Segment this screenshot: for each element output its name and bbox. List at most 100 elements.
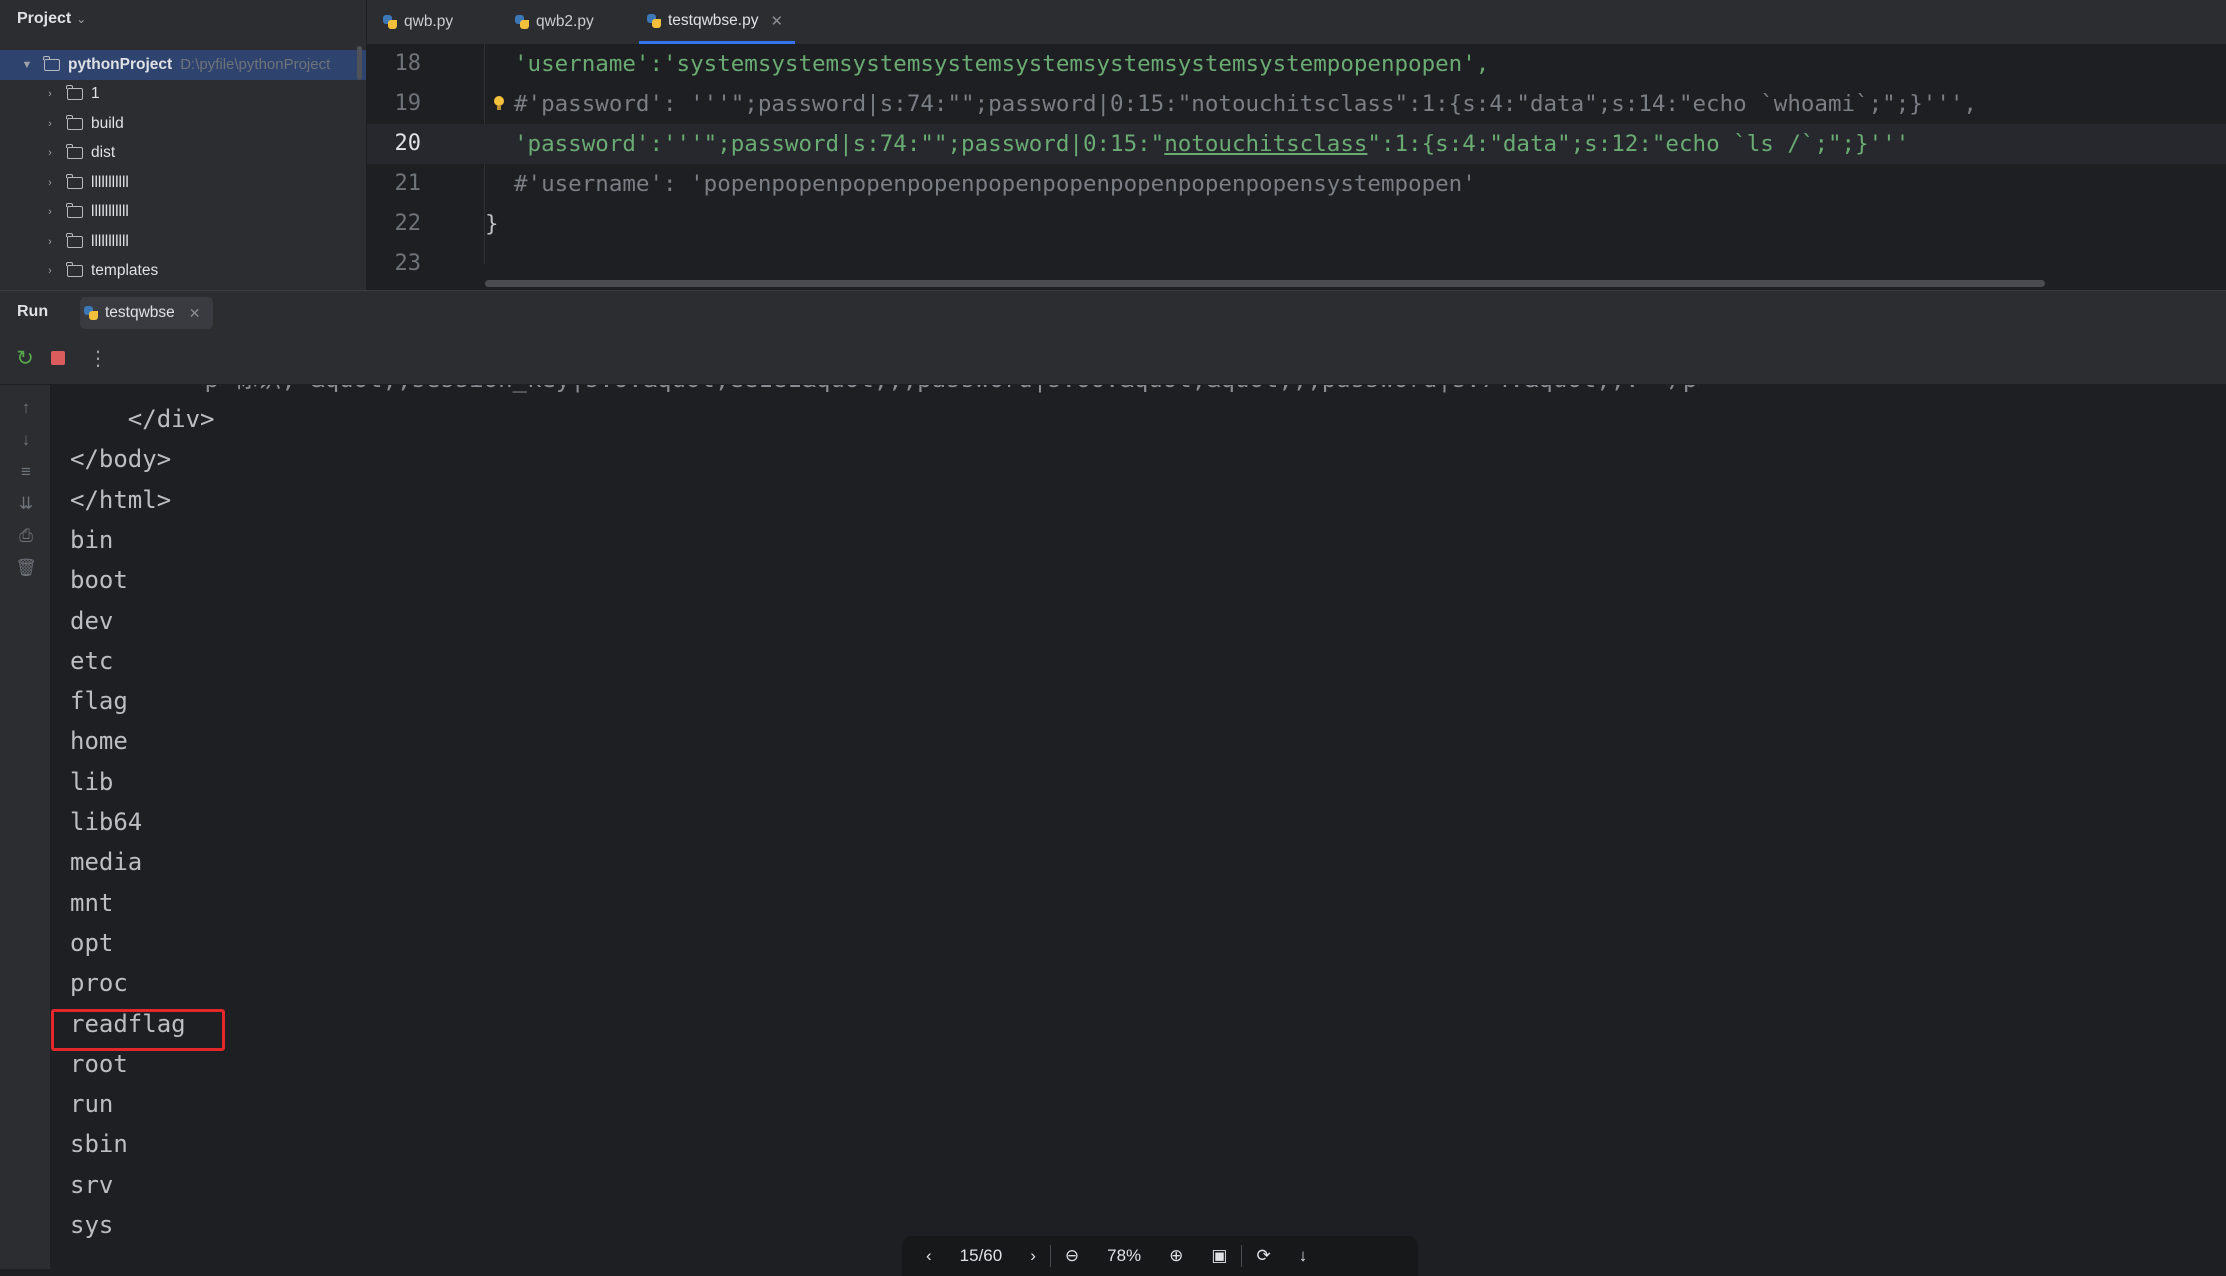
print-icon[interactable]: ⎙: [15, 525, 37, 547]
highlight-box: [51, 1009, 225, 1051]
code-line[interactable]: 23: [367, 244, 2226, 284]
divider: [1241, 1245, 1243, 1267]
console-line: lib: [70, 767, 114, 796]
code-line[interactable]: 18 'username':'systemsystemsystemsystems…: [367, 44, 2226, 84]
tree-item[interactable]: › lllllllllll: [0, 198, 366, 228]
folder-icon: [66, 173, 83, 189]
tree-item-root[interactable]: ▼ pythonProject D:\pyfile\pythonProject: [0, 50, 366, 80]
run-toolbar: ↻ ⋮: [0, 334, 2226, 385]
rerun-icon[interactable]: ↻: [15, 347, 35, 370]
code-editor[interactable]: 18 'username':'systemsystemsystemsystems…: [367, 44, 2226, 290]
python-file-icon: [383, 15, 397, 29]
code-line[interactable]: 19 #'password': '''";password|s:74:"";pa…: [367, 84, 2226, 124]
console-line: bin: [70, 525, 114, 554]
tree-item-path: D:\pyfile\pythonProject: [180, 56, 331, 74]
project-tree: ▼ pythonProject D:\pyfile\pythonProject …: [0, 50, 366, 286]
console-line: srv: [70, 1170, 114, 1199]
chevron-down-icon[interactable]: ▼: [20, 59, 34, 71]
more-options-icon[interactable]: ⋮: [88, 348, 108, 370]
folder-icon: [66, 114, 83, 130]
code-line[interactable]: 21 #'username': 'popenpopenpopenpopenpop…: [367, 164, 2226, 204]
folder-icon: [66, 85, 83, 101]
line-number: 20: [394, 131, 422, 156]
scroll-down-icon[interactable]: ↓: [15, 429, 37, 451]
project-view-selector[interactable]: Project ⌄: [17, 10, 86, 28]
lightbulb-icon[interactable]: [493, 96, 505, 110]
tab-qwb-py[interactable]: qwb.py: [383, 0, 453, 44]
run-tab-testqwbse[interactable]: testqwbse ✕: [80, 297, 213, 329]
tree-item-label: pythonProject: [68, 55, 173, 73]
python-file-icon: [647, 13, 661, 28]
tree-item[interactable]: › 1: [0, 80, 366, 110]
download-icon[interactable]: ↓: [1299, 1246, 1308, 1266]
code-segment: ":1:{s:4:"data";s:12:"echo `ls /`;";}''': [1367, 131, 1910, 157]
console-line: lib64: [70, 808, 143, 836]
code-line[interactable]: 22 }: [367, 204, 2226, 244]
tab-label: qwb2.py: [536, 13, 594, 30]
soft-wrap-icon[interactable]: ≡: [15, 461, 37, 483]
tab-label: qwb.py: [404, 13, 454, 30]
horizontal-scrollbar[interactable]: [485, 280, 2045, 287]
page-indicator: 15/60: [959, 1246, 1003, 1265]
tab-testqwbse-py[interactable]: testqwbse.py ✕: [639, 0, 796, 44]
image-viewer-toolbar: ‹ 15/60 › ⊖ 78% ⊕ ▣ ⟳ ↓: [902, 1236, 1418, 1276]
tab-qwb2-py[interactable]: qwb2.py: [515, 0, 594, 44]
line-number: 22: [394, 211, 422, 236]
tree-item-label: lllllllllll: [91, 232, 129, 250]
console-line: media: [70, 848, 143, 877]
console-line: </div>: [70, 405, 215, 433]
console-line-partial: <p>标识, &quot;,session_key|s:6:&quot;ee1e…: [190, 385, 1712, 399]
rotate-icon[interactable]: ⟳: [1256, 1246, 1270, 1266]
tree-item-label: build: [91, 114, 124, 132]
console-line: </body>: [70, 445, 172, 474]
chevron-right-icon[interactable]: ›: [43, 147, 57, 159]
fit-icon[interactable]: ▣: [1211, 1246, 1227, 1266]
close-icon[interactable]: ✕: [770, 12, 783, 30]
next-page-icon[interactable]: ›: [1030, 1246, 1036, 1266]
console-line: boot: [70, 566, 128, 595]
trash-icon[interactable]: 🗑: [15, 557, 37, 579]
chevron-right-icon[interactable]: ›: [43, 88, 57, 100]
zoom-in-icon[interactable]: ⊕: [1169, 1246, 1183, 1266]
console-line: proc: [70, 969, 128, 998]
prev-page-icon[interactable]: ‹: [926, 1246, 932, 1266]
tree-item-label: dist: [91, 144, 116, 162]
chevron-down-icon: ⌄: [76, 12, 87, 26]
tree-item[interactable]: › lllllllllll: [0, 227, 366, 257]
tree-item[interactable]: › dist: [0, 139, 366, 169]
run-side-toolbar: ↑ ↓ ≡ ⇊ ⎙ 🗑: [0, 385, 50, 1269]
code-text: 'password':'''";password|s:74:"";passwor…: [514, 124, 1909, 164]
console-line: opt: [70, 928, 114, 957]
tree-item-label: lllllllllll: [91, 203, 129, 221]
python-run-icon: [84, 306, 98, 320]
console-line: flag: [70, 687, 128, 716]
folder-icon: [43, 55, 60, 71]
chevron-right-icon[interactable]: ›: [43, 118, 57, 130]
zoom-out-icon[interactable]: ⊖: [1065, 1246, 1079, 1266]
scroll-to-end-icon[interactable]: ⇊: [15, 493, 37, 515]
stop-icon[interactable]: [48, 348, 68, 368]
python-file-icon: [515, 15, 529, 29]
chevron-right-icon[interactable]: ›: [43, 177, 57, 189]
folder-icon: [66, 262, 83, 278]
project-title: Project: [17, 10, 72, 27]
chevron-right-icon[interactable]: ›: [43, 265, 57, 277]
tree-item[interactable]: › build: [0, 109, 366, 139]
console-line: etc: [70, 646, 114, 675]
console-line: home: [70, 727, 128, 756]
folder-icon: [66, 203, 83, 219]
scroll-up-icon[interactable]: ↑: [15, 397, 37, 419]
close-icon[interactable]: ✕: [189, 305, 201, 322]
code-segment: 'password':'''";password|s:74:"";passwor…: [514, 131, 1165, 157]
tree-item[interactable]: › templates: [0, 257, 366, 287]
chevron-right-icon[interactable]: ›: [43, 236, 57, 248]
tree-item[interactable]: › lllllllllll: [0, 168, 366, 198]
divider: [1049, 1245, 1051, 1267]
code-line-current[interactable]: 20 'password':'''";password|s:74:"";pass…: [367, 124, 2226, 164]
tree-scrollbar[interactable]: [357, 46, 362, 80]
console-line: sys: [70, 1211, 114, 1239]
line-number: 19: [394, 91, 422, 116]
chevron-right-icon[interactable]: ›: [43, 206, 57, 218]
console-output[interactable]: <p>标识, &quot;,session_key|s:6:&quot;ee1e…: [50, 385, 2226, 1269]
console-line: run: [70, 1090, 114, 1119]
